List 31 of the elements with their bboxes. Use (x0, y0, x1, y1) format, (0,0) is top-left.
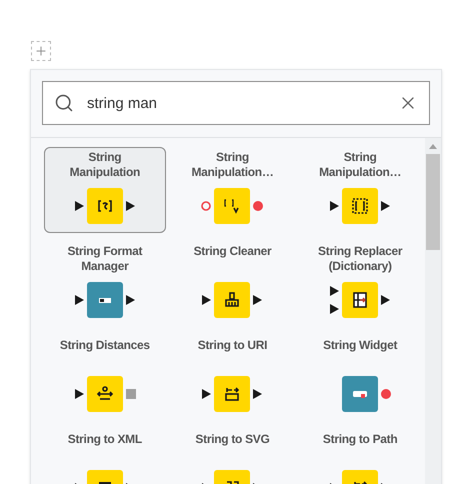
scroll-up-icon[interactable] (429, 144, 437, 149)
node-label: String Distances (58, 338, 151, 354)
scrollbar[interactable] (425, 138, 441, 484)
node-item[interactable]: String Distances (44, 335, 166, 421)
node-item[interactable]: String to Path (299, 429, 421, 484)
scrollbar-thumb[interactable] (426, 154, 440, 250)
add-button[interactable] (31, 41, 51, 61)
node-item[interactable]: String Cleaner (172, 241, 294, 327)
search-field[interactable]: string man (42, 81, 430, 125)
node-label: String to SVG (194, 432, 271, 448)
search-icon (54, 93, 74, 113)
plus-icon (34, 44, 48, 58)
node-label: String to URI (196, 338, 268, 354)
node-label: String Format Manager (66, 244, 144, 275)
node-label: String to Path (322, 432, 398, 448)
node-label: String Replacer (Dictionary) (317, 244, 404, 275)
node-item[interactable]: String to URI (172, 335, 294, 421)
node-item[interactable]: String Replacer (Dictionary) (299, 241, 421, 327)
node-item[interactable]: String Widget (299, 335, 421, 421)
node-label: String Cleaner (192, 244, 272, 260)
node-item[interactable]: String to XML (44, 429, 166, 484)
node-item[interactable]: String to SVG (172, 429, 294, 484)
node-item[interactable]: String Manipulation… (299, 147, 421, 233)
node-label: String Manipulation… (318, 150, 402, 181)
node-label: String Widget (322, 338, 398, 354)
node-item[interactable]: String Manipulation (44, 147, 166, 233)
node-item[interactable]: String Manipulation… (172, 147, 294, 233)
node-label: String to XML (66, 432, 143, 448)
node-label: String Manipulation (68, 150, 142, 181)
node-item[interactable]: String Format Manager (44, 241, 166, 327)
node-label: String Manipulation… (190, 150, 275, 181)
